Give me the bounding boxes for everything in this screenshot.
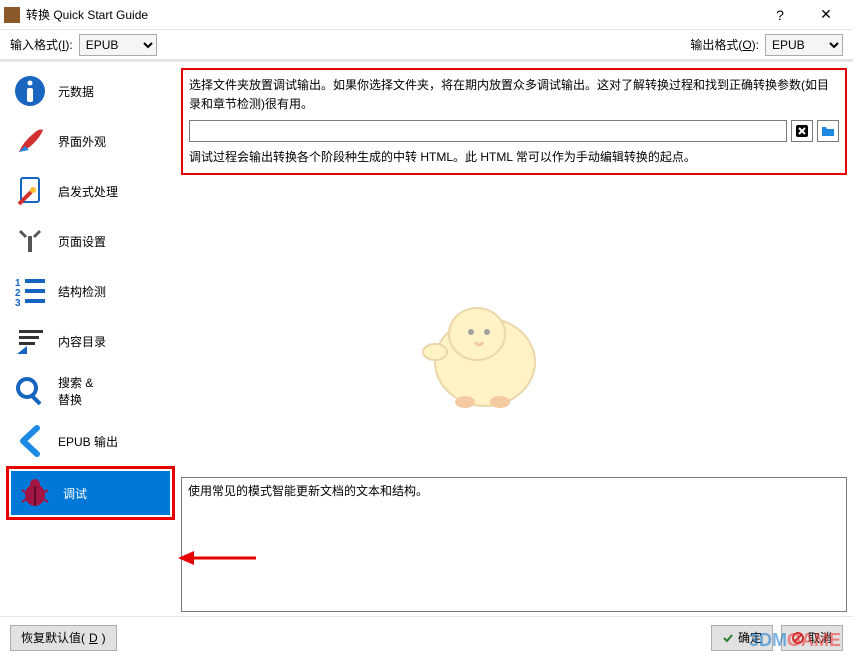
debug-note: 调试过程会输出转换各个阶段种生成的中转 HTML。此 HTML 常可以作为手动编…	[189, 148, 839, 165]
clear-button[interactable]	[791, 120, 813, 142]
list-num-icon: 123	[12, 273, 48, 309]
sidebar-item-label: 元数据	[58, 83, 94, 100]
svg-text:3: 3	[15, 298, 21, 308]
app-icon	[4, 7, 20, 23]
main-area: 元数据 界面外观 启发式处理 页面设置 123 结构检测	[0, 62, 853, 616]
sidebar-item-label: 页面设置	[58, 233, 106, 250]
search-icon	[12, 373, 48, 409]
close-button[interactable]: ✕	[803, 0, 849, 30]
debug-output-panel: 选择文件夹放置调试输出。如果你选择文件夹，将在期内放置众多调试输出。这对了解转换…	[181, 68, 847, 175]
format-row: 输入格式(I): EPUB 输出格式(O): EPUB	[0, 30, 853, 62]
restore-defaults-button[interactable]: 恢复默认值(D)	[10, 625, 117, 651]
window-title: 转换 Quick Start Guide	[26, 6, 757, 23]
sidebar-item-toc[interactable]: 内容目录	[6, 316, 175, 366]
content-panel: 选择文件夹放置调试输出。如果你选择文件夹，将在期内放置众多调试输出。这对了解转换…	[175, 62, 853, 616]
debug-desc: 选择文件夹放置调试输出。如果你选择文件夹，将在期内放置众多调试输出。这对了解转换…	[189, 76, 839, 114]
mascot-image	[405, 282, 555, 425]
doc-wand-icon	[12, 173, 48, 209]
info-text-box: 使用常见的模式智能更新文档的文本和结构。	[181, 477, 847, 612]
watermark: 3DMGAME	[749, 630, 841, 651]
titlebar: 转换 Quick Start Guide ? ✕	[0, 0, 853, 30]
footer: 恢复默认值(D) 确定 取消	[0, 616, 853, 658]
bug-icon	[17, 475, 53, 511]
input-format-select[interactable]: EPUB	[79, 34, 157, 56]
help-button[interactable]: ?	[757, 0, 803, 30]
output-format-select[interactable]: EPUB	[765, 34, 843, 56]
output-format-label: 输出格式(O):	[690, 36, 759, 53]
annotation-arrow	[178, 548, 258, 568]
sidebar-item-look[interactable]: 界面外观	[6, 116, 175, 166]
sidebar-item-page-setup[interactable]: 页面设置	[6, 216, 175, 266]
toc-icon	[12, 323, 48, 359]
chevron-left-icon	[12, 423, 48, 459]
tools-icon	[12, 223, 48, 259]
sidebar: 元数据 界面外观 启发式处理 页面设置 123 结构检测	[0, 62, 175, 616]
sidebar-item-label: 界面外观	[58, 133, 106, 150]
input-format-label: 输入格式(I):	[10, 36, 73, 53]
info-text: 使用常见的模式智能更新文档的文本和结构。	[188, 484, 428, 498]
sidebar-item-heuristic[interactable]: 启发式处理	[6, 166, 175, 216]
sidebar-item-label: 启发式处理	[58, 183, 118, 200]
check-icon	[722, 632, 734, 644]
browse-folder-button[interactable]	[817, 120, 839, 142]
sidebar-item-structure[interactable]: 123 结构检测	[6, 266, 175, 316]
sidebar-item-search-replace[interactable]: 搜索 & 替换	[6, 366, 175, 416]
sidebar-item-label: EPUB 输出	[58, 433, 118, 450]
sidebar-item-label: 内容目录	[58, 333, 106, 350]
debug-path-input[interactable]	[189, 120, 787, 142]
info-icon	[12, 73, 48, 109]
sidebar-item-epub-output[interactable]: EPUB 输出	[6, 416, 175, 466]
sidebar-item-metadata[interactable]: 元数据	[6, 66, 175, 116]
sidebar-item-label: 结构检测	[58, 283, 106, 300]
brush-icon	[12, 123, 48, 159]
sidebar-item-debug[interactable]: 调试	[11, 471, 170, 515]
sidebar-item-label: 调试	[63, 485, 87, 502]
sidebar-item-label: 搜索 & 替换	[58, 374, 93, 408]
